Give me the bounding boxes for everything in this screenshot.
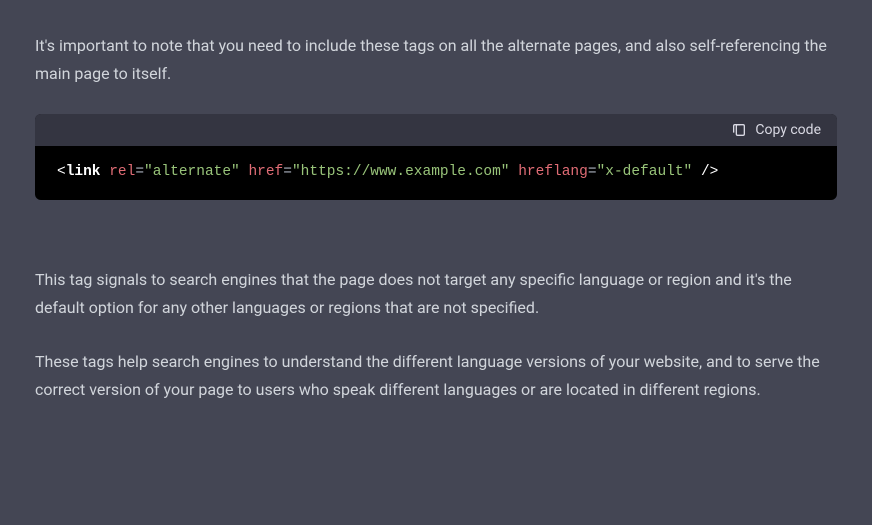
code-token-attr: href <box>248 164 283 180</box>
code-token: < <box>57 164 66 180</box>
code-block: Copy code <link rel="alternate" href="ht… <box>35 114 837 200</box>
clipboard-icon <box>731 122 747 138</box>
code-block-body: <link rel="alternate" href="https://www.… <box>35 146 837 200</box>
paragraph-cutoff: targeting to the United States. <box>35 0 837 6</box>
paragraph-note: It's important to note that you need to … <box>35 32 837 88</box>
copy-code-label: Copy code <box>755 122 821 138</box>
paragraph-help: These tags help search engines to unders… <box>35 348 837 404</box>
code-token: /> <box>692 164 718 180</box>
code-token-string: "alternate" <box>144 164 240 180</box>
code-token-attr: hreflang <box>518 164 588 180</box>
code-token-attr: rel <box>109 164 135 180</box>
copy-code-button[interactable]: Copy code <box>731 122 821 138</box>
code-token-string: "x-default" <box>597 164 693 180</box>
code-token <box>101 164 110 180</box>
paragraph-signal: This tag signals to search engines that … <box>35 266 837 322</box>
code-token-tag: link <box>66 164 101 180</box>
code-token <box>510 164 519 180</box>
spacer <box>35 226 837 240</box>
code-token: = <box>135 164 144 180</box>
code-token: = <box>588 164 597 180</box>
article-body: targeting to the United States. It's imp… <box>35 0 837 404</box>
code-token: = <box>283 164 292 180</box>
code-block-header: Copy code <box>35 114 837 146</box>
code-token-string: "https://www.example.com" <box>292 164 510 180</box>
